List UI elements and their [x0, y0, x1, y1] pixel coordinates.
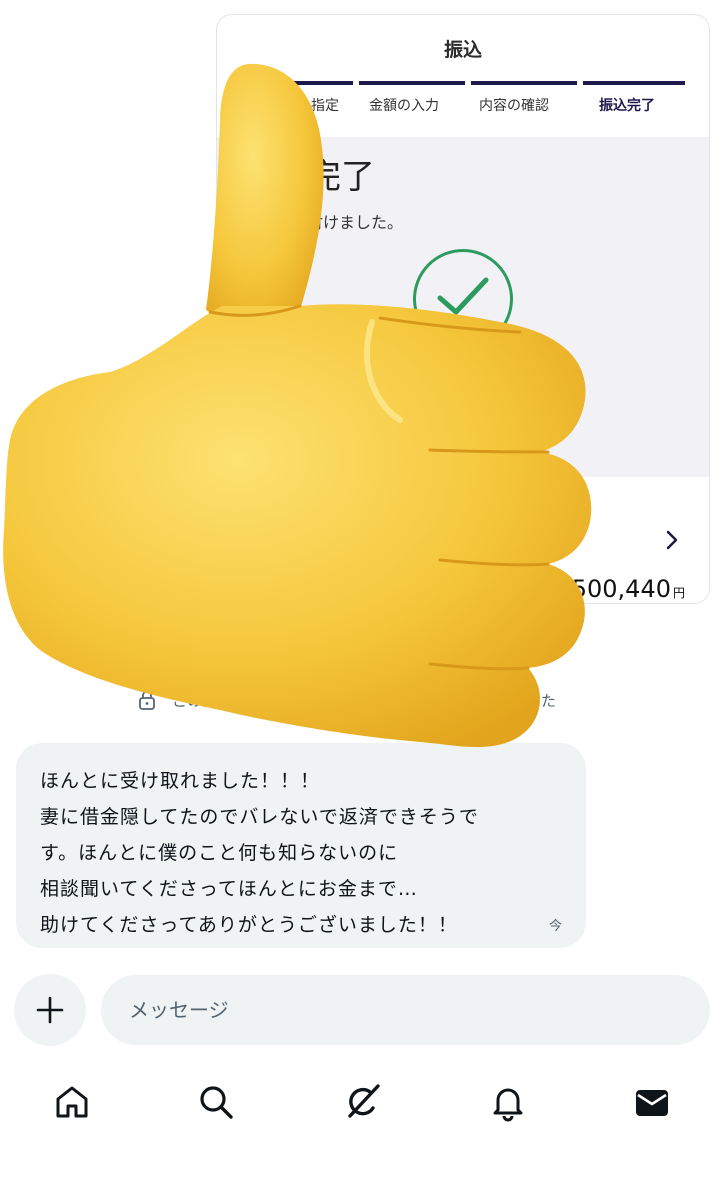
home-icon[interactable] [52, 1082, 92, 1122]
thumbs-up-emoji-icon [3, 63, 592, 747]
message-timestamp: 今 [548, 919, 562, 934]
card-title: 振込 [443, 39, 482, 61]
plus-icon [36, 996, 64, 1024]
message-input[interactable] [101, 975, 710, 1045]
amount-currency: 円 [672, 586, 685, 600]
message-line-5: 助けてくださってありがとうございました！！ [40, 914, 458, 936]
message-line-2: 妻に借金隠してたのでバレないで返済できそうで [40, 806, 479, 828]
message-text: ほんとに受け取れました！！！ 妻に借金隠してたのでバレないで返済できそうで す。… [40, 763, 570, 943]
message-line-1: ほんとに受け取れました！！！ [40, 770, 321, 792]
mail-icon[interactable] [632, 1082, 672, 1122]
message-line-4: 相談聞いてくださってほんとにお金まで… [40, 878, 418, 900]
search-icon[interactable] [196, 1082, 236, 1122]
chevron-right-icon [665, 529, 679, 557]
message-line-3: す。ほんとに僕のこと何も知らないのに [40, 842, 399, 864]
bottom-nav [0, 1062, 724, 1142]
bell-icon[interactable] [488, 1082, 528, 1122]
message-bubble[interactable]: ほんとに受け取れました！！！ 妻に借金隠してたのでバレないで返済できそうで す。… [16, 743, 586, 948]
grok-icon[interactable] [342, 1082, 382, 1122]
add-media-button[interactable] [14, 974, 86, 1046]
step-label-4: 振込完了 [599, 98, 655, 114]
